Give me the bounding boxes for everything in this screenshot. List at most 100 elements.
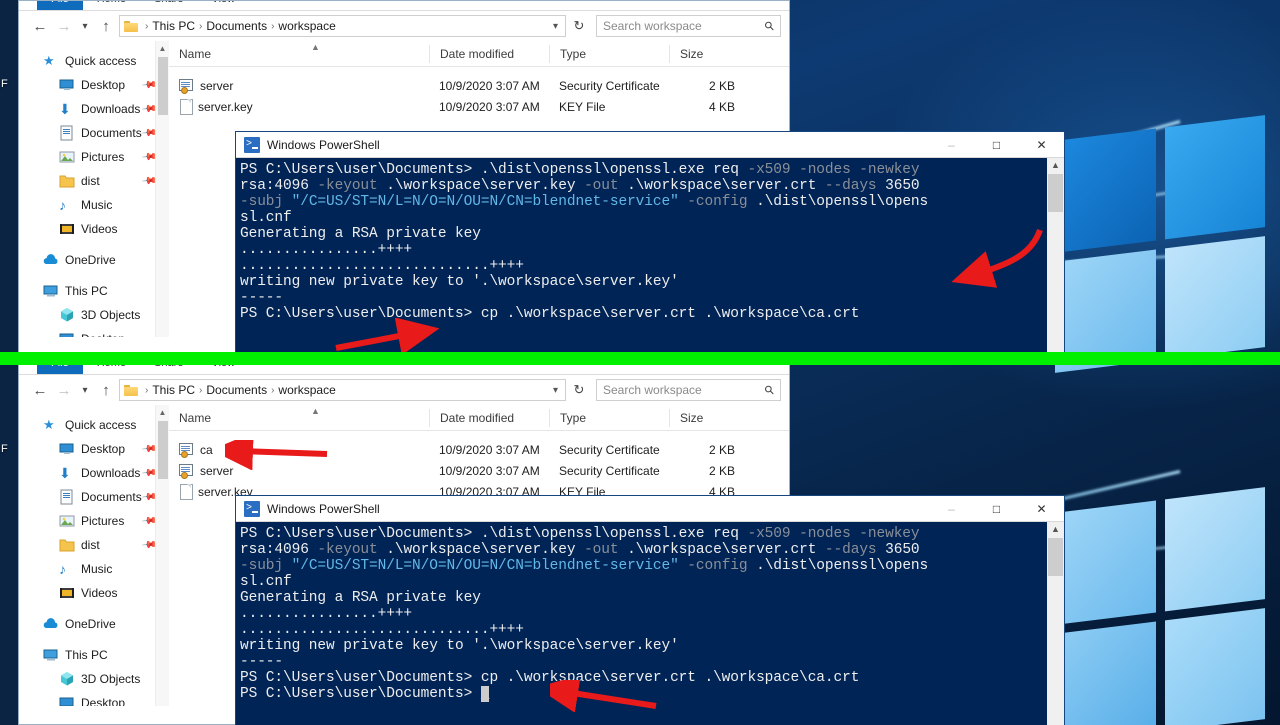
window-controls[interactable]: – □ ✕	[929, 132, 1064, 158]
sidebar-item-desktop-pc[interactable]: Desktop	[19, 327, 169, 337]
search-input[interactable]: Search workspace ⚲	[596, 15, 781, 37]
minimize-button[interactable]: –	[929, 132, 974, 158]
maximize-button[interactable]: □	[974, 496, 1019, 522]
sidebar-item-3d-objects[interactable]: 3D Objects	[19, 303, 169, 327]
recent-locations-button[interactable]: ▾	[77, 15, 93, 37]
ribbon-tab-strip[interactable]: File Home Share View	[19, 1, 789, 10]
ribbon-tab-file[interactable]: File	[37, 365, 83, 374]
ribbon-tab-share[interactable]: Share	[140, 365, 197, 374]
desktop-icon-label-partial[interactable]: F	[1, 78, 8, 90]
ribbon-tab-home[interactable]: Home	[83, 365, 140, 374]
sidebar-item-onedrive[interactable]: OneDrive	[19, 612, 169, 636]
scroll-up-icon[interactable]: ▲	[156, 41, 169, 53]
navigation-pane-scrollbar[interactable]: ▲	[155, 41, 169, 337]
breadcrumb-item-this-pc[interactable]: This PC	[152, 19, 195, 33]
up-button[interactable]: ↑	[95, 379, 117, 401]
recent-locations-button[interactable]: ▾	[77, 379, 93, 401]
sidebar-item-3d-objects[interactable]: 3D Objects	[19, 667, 169, 691]
powershell-console-output-top[interactable]: PS C:\Users\user\Documents> .\dist\opens…	[236, 158, 1064, 322]
window-controls[interactable]: – □ ✕	[929, 496, 1064, 522]
powershell-scrollbar[interactable]: ▲	[1047, 158, 1064, 356]
column-header-type[interactable]: Type	[549, 408, 669, 427]
sidebar-item-desktop[interactable]: Desktop 📌	[19, 437, 169, 461]
breadcrumb-item-documents[interactable]: Documents	[206, 19, 267, 33]
sidebar-item-documents[interactable]: Documents 📌	[19, 485, 169, 509]
powershell-title-bar-top[interactable]: Windows PowerShell – □ ✕	[236, 132, 1064, 158]
sidebar-item-videos[interactable]: Videos	[19, 581, 169, 605]
column-header-name[interactable]: Name	[169, 409, 429, 427]
minimize-button[interactable]: –	[929, 496, 974, 522]
powershell-console-output-bottom[interactable]: PS C:\Users\user\Documents> .\dist\opens…	[236, 522, 1064, 702]
sidebar-item-onedrive[interactable]: OneDrive	[19, 248, 169, 272]
sidebar-item-downloads[interactable]: ⬇ Downloads 📌	[19, 461, 169, 485]
back-button[interactable]: ←	[29, 379, 51, 401]
desktop-icon-label-partial[interactable]: F	[1, 443, 8, 455]
navigation-pane-bottom[interactable]: ★ Quick access Desktop 📌 ⬇ Downloads 📌 D…	[19, 405, 169, 706]
breadcrumb[interactable]: › This PC › Documents › workspace ▾	[119, 379, 566, 401]
scrollbar-thumb[interactable]	[1048, 174, 1063, 212]
scrollbar-thumb[interactable]	[158, 57, 168, 115]
close-button[interactable]: ✕	[1019, 496, 1064, 522]
sidebar-item-quick-access[interactable]: ★ Quick access	[19, 49, 169, 73]
breadcrumb-item-workspace[interactable]: workspace	[278, 19, 335, 33]
breadcrumb-item-this-pc[interactable]: This PC	[152, 383, 195, 397]
navigation-pane-top[interactable]: ★ Quick access Desktop 📌 ⬇ Downloads 📌 D…	[19, 41, 169, 337]
sidebar-item-this-pc[interactable]: This PC	[19, 643, 169, 667]
up-button[interactable]: ↑	[95, 15, 117, 37]
ribbon-tabs[interactable]: File Home Share View	[37, 365, 249, 374]
sidebar-item-videos[interactable]: Videos	[19, 217, 169, 241]
maximize-button[interactable]: □	[974, 132, 1019, 158]
table-row[interactable]: ca 10/9/2020 3:07 AM Security Certificat…	[169, 439, 789, 460]
sidebar-item-pictures[interactable]: Pictures 📌	[19, 145, 169, 169]
address-bar-bottom[interactable]: ← → ▾ ↑ › This PC › Documents › workspac…	[19, 375, 789, 405]
sidebar-item-desktop-pc[interactable]: Desktop	[19, 691, 169, 706]
refresh-icon[interactable]: ↻	[568, 379, 590, 401]
sidebar-item-quick-access[interactable]: ★ Quick access	[19, 413, 169, 437]
column-header-name[interactable]: Name	[169, 45, 429, 63]
ribbon-tab-view[interactable]: View	[197, 1, 249, 10]
sidebar-item-music[interactable]: ♪ Music	[19, 557, 169, 581]
column-header-size[interactable]: Size	[669, 408, 749, 427]
ribbon-tab-strip[interactable]: File Home Share View	[19, 365, 789, 374]
chevron-down-icon[interactable]: ▾	[548, 21, 563, 32]
breadcrumb[interactable]: › This PC › Documents › workspace ▾	[119, 15, 566, 37]
close-button[interactable]: ✕	[1019, 132, 1064, 158]
scroll-up-icon[interactable]: ▲	[1047, 158, 1064, 170]
scroll-up-icon[interactable]: ▲	[1047, 522, 1064, 534]
navigation-pane-scrollbar[interactable]: ▲	[155, 405, 169, 706]
sidebar-item-dist[interactable]: dist 📌	[19, 169, 169, 193]
scrollbar-thumb[interactable]	[1048, 538, 1063, 576]
refresh-icon[interactable]: ↻	[568, 15, 590, 37]
ribbon-tabs[interactable]: File Home Share View	[37, 1, 249, 10]
back-button[interactable]: ←	[29, 15, 51, 37]
search-input[interactable]: Search workspace ⚲	[596, 379, 781, 401]
sidebar-item-pictures[interactable]: Pictures 📌	[19, 509, 169, 533]
column-header-date-modified[interactable]: Date modified	[429, 44, 549, 63]
column-headers[interactable]: Name Date modified Type Size ▲	[169, 405, 789, 431]
forward-button[interactable]: →	[53, 15, 75, 37]
ribbon-tab-home[interactable]: Home	[83, 1, 140, 10]
breadcrumb-item-documents[interactable]: Documents	[206, 383, 267, 397]
sidebar-item-music[interactable]: ♪ Music	[19, 193, 169, 217]
column-header-date-modified[interactable]: Date modified	[429, 408, 549, 427]
table-row[interactable]: server.key 10/9/2020 3:07 AM KEY File 4 …	[169, 96, 789, 117]
powershell-scrollbar[interactable]: ▲	[1047, 522, 1064, 725]
breadcrumb-item-workspace[interactable]: workspace	[278, 383, 335, 397]
ribbon-tab-share[interactable]: Share	[140, 1, 197, 10]
sidebar-item-dist[interactable]: dist 📌	[19, 533, 169, 557]
address-bar-top[interactable]: ← → ▾ ↑ › This PC › Documents › workspac…	[19, 11, 789, 41]
powershell-title-bar-bottom[interactable]: Windows PowerShell – □ ✕	[236, 496, 1064, 522]
column-headers[interactable]: Name Date modified Type Size ▲	[169, 41, 789, 67]
column-header-size[interactable]: Size	[669, 44, 749, 63]
powershell-window-bottom[interactable]: Windows PowerShell – □ ✕ PS C:\Users\use…	[236, 496, 1064, 725]
sidebar-item-downloads[interactable]: ⬇ Downloads 📌	[19, 97, 169, 121]
scroll-up-icon[interactable]: ▲	[156, 405, 169, 417]
table-row[interactable]: server 10/9/2020 3:07 AM Security Certif…	[169, 75, 789, 96]
chevron-down-icon[interactable]: ▾	[548, 385, 563, 396]
ribbon-tab-view[interactable]: View	[197, 365, 249, 374]
column-header-type[interactable]: Type	[549, 44, 669, 63]
sidebar-item-desktop[interactable]: Desktop 📌	[19, 73, 169, 97]
ribbon-tab-file[interactable]: File	[37, 1, 83, 10]
powershell-window-top[interactable]: Windows PowerShell – □ ✕ PS C:\Users\use…	[236, 132, 1064, 356]
sidebar-item-this-pc[interactable]: This PC	[19, 279, 169, 303]
